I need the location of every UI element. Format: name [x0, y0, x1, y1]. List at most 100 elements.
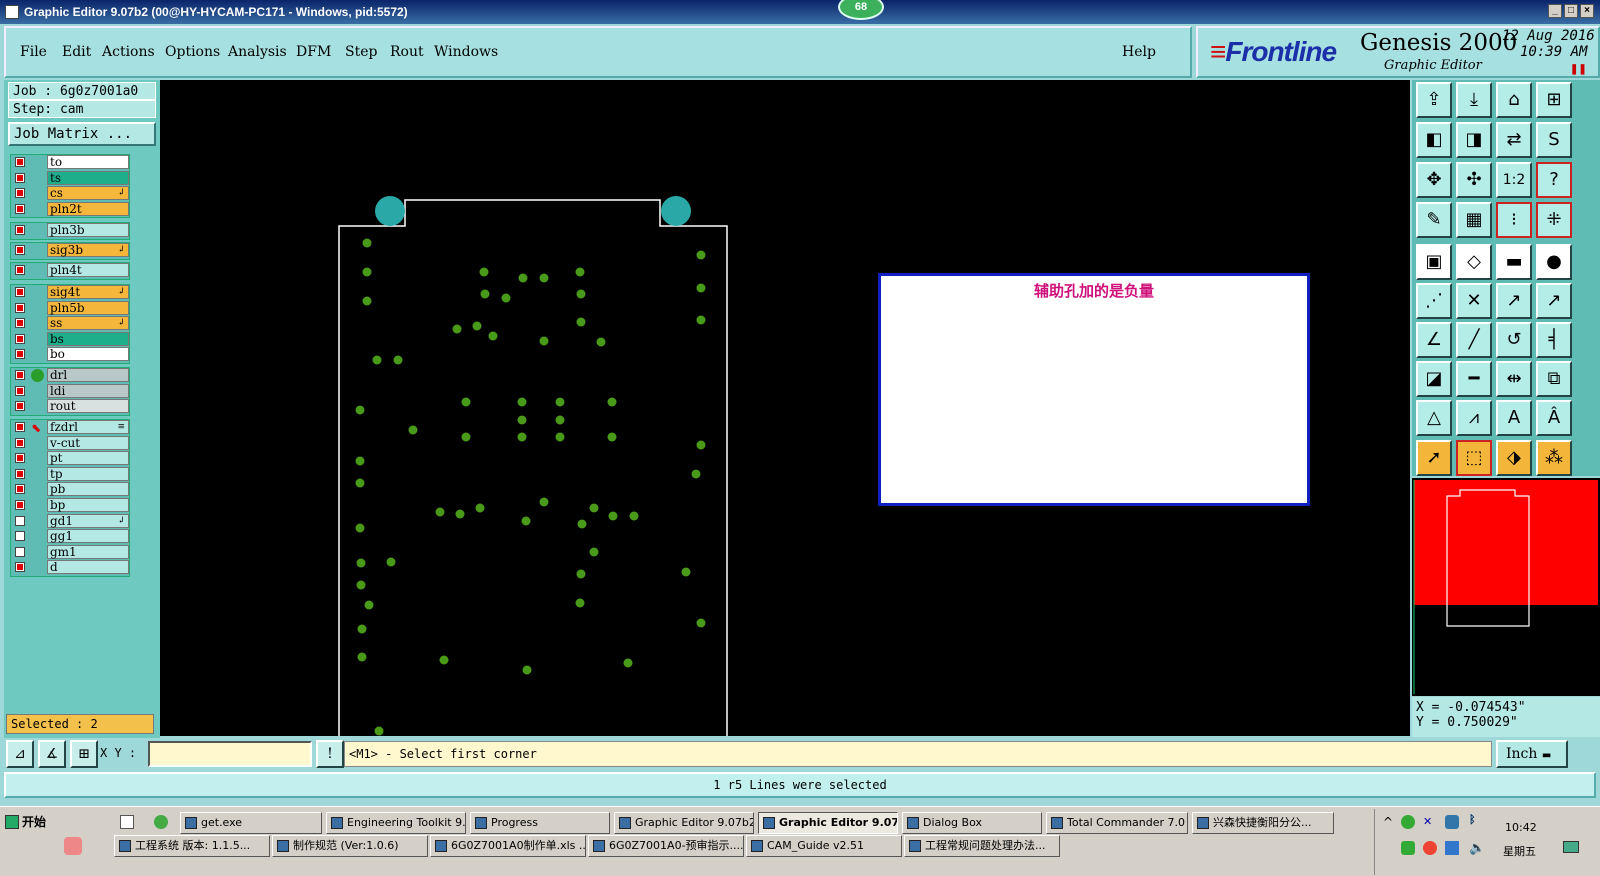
layer-checkbox[interactable]	[15, 562, 25, 573]
layer-row-pb[interactable]: pb	[11, 482, 131, 498]
show-desktop-icon[interactable]	[1563, 841, 1579, 853]
text-a2-button[interactable]: Â	[1536, 400, 1572, 436]
circle-tool-button[interactable]: ●	[1536, 244, 1572, 280]
job-matrix-button[interactable]: Job Matrix ...	[8, 122, 156, 146]
layer-checkbox[interactable]	[15, 401, 25, 412]
layer-checkbox[interactable]	[15, 265, 25, 275]
home-button[interactable]: ⌂	[1496, 82, 1532, 118]
layer-name[interactable]: pln4t	[47, 263, 129, 277]
layer-checkbox[interactable]	[15, 157, 25, 167]
menu-edit[interactable]: Edit	[62, 44, 91, 60]
menu-rout[interactable]: Rout	[390, 44, 424, 60]
layer-row-pt[interactable]: pt	[11, 451, 131, 467]
window-button[interactable]: ⊞	[1536, 82, 1572, 118]
taskbar-button[interactable]: 6G0Z7001A0制作单.xls ...	[430, 835, 586, 857]
tray-app-icon[interactable]	[1445, 815, 1459, 829]
menu-help[interactable]: Help	[1122, 44, 1156, 60]
triangle-button[interactable]: △	[1416, 400, 1452, 436]
layer-checkbox[interactable]	[15, 225, 25, 235]
layer-row-pln4t[interactable]: pln4t	[11, 263, 131, 279]
tray-expand-icon[interactable]: ^	[1383, 815, 1393, 829]
layer-checkbox[interactable]	[15, 333, 25, 344]
layer-name[interactable]: pb	[47, 482, 129, 497]
layer-checkbox[interactable]	[15, 531, 25, 542]
taskbar-button[interactable]: get.exe	[180, 812, 322, 834]
layer-row-v-cut[interactable]: v-cut	[11, 435, 131, 452]
layer-name[interactable]: bp	[47, 497, 129, 512]
layer-row-pln2t[interactable]: pln2t	[11, 201, 131, 218]
warning-button[interactable]: !	[316, 740, 344, 768]
layer-row-bs[interactable]: bs	[11, 331, 131, 348]
unit-selector[interactable]: Inch ▬	[1496, 740, 1568, 768]
layer-row-pln3b[interactable]: pln3b	[11, 223, 131, 239]
maximize-button[interactable]: □	[1564, 4, 1578, 18]
layer-checkbox[interactable]	[15, 437, 25, 448]
taskbar-button[interactable]: Total Commander 7.0 ...	[1046, 812, 1188, 834]
layer-name[interactable]: v-cut	[47, 435, 129, 450]
mirror-button[interactable]: ⇄	[1496, 122, 1532, 158]
text-a-button[interactable]: A	[1496, 400, 1532, 436]
zoom-home-button[interactable]: ✣	[1456, 162, 1492, 198]
node-button[interactable]: ◪	[1416, 361, 1452, 397]
pan-right-button[interactable]: ◨	[1456, 122, 1492, 158]
taskbar-button[interactable]: 兴森快捷衡阳分公...	[1192, 812, 1334, 834]
select-area-button[interactable]: ⬗	[1496, 440, 1532, 476]
select-box-button[interactable]: ⬚	[1456, 440, 1492, 476]
layer-row-tp[interactable]: tp	[11, 466, 131, 483]
span-button[interactable]: ⇹	[1496, 361, 1532, 397]
layer-checkbox[interactable]	[15, 385, 25, 396]
layer-name[interactable]: pt	[47, 451, 129, 466]
layer-row-to[interactable]: to	[11, 155, 131, 171]
layer-name[interactable]: gd1 ↲	[47, 513, 129, 528]
volume-icon[interactable]: 🔈	[1469, 841, 1485, 856]
grid-mode-button[interactable]: ⊞	[70, 740, 98, 768]
tray-security-icon[interactable]	[1423, 841, 1437, 855]
diag-line-button[interactable]: ╱	[1456, 322, 1492, 358]
note-window[interactable]: 辅助孔加的是负量	[878, 273, 1310, 506]
layer-name[interactable]: sig4t ↲	[47, 285, 129, 299]
tray-qq-icon[interactable]	[1445, 841, 1459, 855]
layer-checkbox[interactable]	[15, 172, 25, 183]
layer-row-sig3b[interactable]: sig3b ↲	[11, 243, 131, 259]
fork-button[interactable]: ╡	[1536, 322, 1572, 358]
layer-work-icon[interactable]: ⬉	[31, 421, 44, 435]
layer-name[interactable]: rout	[47, 399, 129, 414]
layer-checkbox[interactable]	[15, 203, 25, 214]
layer-row-gg1[interactable]: gg1	[11, 529, 131, 545]
tray-shield-icon[interactable]	[1401, 841, 1415, 855]
minus-button[interactable]: ━	[1456, 361, 1492, 397]
menu-windows[interactable]: Windows	[434, 44, 498, 60]
menu-actions[interactable]: Actions	[102, 44, 155, 60]
layer-row-cs[interactable]: cs ↲	[11, 186, 131, 202]
layer-checkbox[interactable]	[15, 318, 25, 329]
layer-row-rout[interactable]: rout	[11, 399, 131, 415]
layer-name[interactable]: to	[47, 155, 129, 169]
minimize-button[interactable]: _	[1548, 4, 1562, 18]
layer-name[interactable]: gm1	[47, 544, 129, 559]
layer-checkbox[interactable]	[15, 546, 25, 557]
open-step-button[interactable]: ⇪	[1416, 82, 1452, 118]
menu-dfm[interactable]: DFM	[296, 44, 331, 60]
layer-row-drl[interactable]: drl	[11, 368, 131, 384]
layer-checkbox[interactable]	[15, 245, 25, 255]
layer-name[interactable]: pln2t	[47, 201, 129, 216]
snap-button[interactable]: S	[1536, 122, 1572, 158]
layer-name[interactable]: tp	[47, 466, 129, 481]
layer-checkbox[interactable]	[15, 468, 25, 479]
layer-checkbox[interactable]	[15, 302, 25, 313]
taskbar-button[interactable]: 6G0Z7001A0-预审指示....	[588, 835, 744, 857]
pan-left-button[interactable]: ◧	[1416, 122, 1452, 158]
pause-icon[interactable]: ❚❚	[1570, 64, 1587, 75]
layer-checkbox[interactable]	[15, 287, 25, 297]
layer-affected-icon[interactable]	[31, 369, 44, 382]
measure-button[interactable]: ⁝	[1496, 202, 1532, 238]
layer-name[interactable]: bs	[47, 331, 129, 346]
layer-name[interactable]: d	[47, 560, 129, 575]
ruler-button[interactable]: ▬	[1496, 244, 1532, 280]
zoom-fit-button[interactable]: ✥	[1416, 162, 1452, 198]
taskbar-button[interactable]: Graphic Editor 9.07b2...	[614, 812, 754, 834]
taskbar-button[interactable]: Engineering Toolkit 9....	[326, 812, 466, 834]
layer-row-d[interactable]: d	[11, 560, 131, 576]
layer-name[interactable]: ss ↲	[47, 316, 129, 331]
taskbar-button[interactable]: CAM_Guide v2.51	[746, 835, 902, 857]
